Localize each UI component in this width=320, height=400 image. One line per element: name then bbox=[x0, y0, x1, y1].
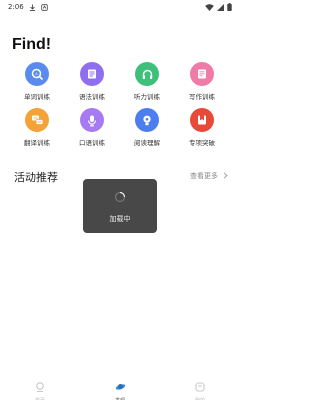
page-title: Find! bbox=[12, 36, 52, 53]
special-breakthrough-icon bbox=[190, 108, 214, 132]
grid-item-special-breakthrough[interactable]: 专项突破 bbox=[175, 108, 229, 152]
status-bar: 2:06 bbox=[0, 0, 240, 14]
grid-label: 单词训练 bbox=[24, 93, 50, 101]
speaking-training-icon bbox=[80, 108, 104, 132]
home-icon bbox=[35, 377, 45, 396]
loading-label: 加载中 bbox=[109, 215, 131, 223]
grid-item-word-training[interactable]: A 单词训练 bbox=[10, 62, 64, 106]
grid-item-translation-training[interactable]: 翻译训练 bbox=[10, 108, 64, 152]
grid-item-grammar-training[interactable]: 语法训练 bbox=[65, 62, 119, 106]
grid-label: 口语训练 bbox=[79, 139, 105, 147]
grammar-training-icon bbox=[80, 62, 104, 86]
grid-label: 阅读理解 bbox=[134, 139, 160, 147]
reading-comprehension-icon bbox=[135, 108, 159, 132]
grid-label: 写作训练 bbox=[189, 93, 215, 101]
svg-text:A: A bbox=[35, 72, 38, 76]
bottom-nav: 首页 发现 我的 bbox=[0, 374, 240, 400]
activity-section-title: 活动推荐 bbox=[14, 171, 58, 184]
see-more-link[interactable]: 查看更多 bbox=[190, 171, 228, 181]
grid-label: 听力训练 bbox=[134, 93, 160, 101]
listening-training-icon bbox=[135, 62, 159, 86]
notification-icon bbox=[41, 3, 48, 11]
translation-training-icon bbox=[25, 108, 49, 132]
see-more-label: 查看更多 bbox=[190, 172, 218, 180]
cellular-signal-icon bbox=[217, 3, 224, 11]
word-training-icon: A bbox=[25, 62, 49, 86]
loading-spinner-icon bbox=[114, 188, 126, 207]
download-icon bbox=[29, 3, 36, 11]
grid-label: 语法训练 bbox=[79, 93, 105, 101]
battery-icon bbox=[227, 3, 232, 11]
grid-label: 翻译训练 bbox=[24, 139, 50, 147]
status-time: 2:06 bbox=[8, 3, 24, 11]
grid-item-speaking-training[interactable]: 口语训练 bbox=[65, 108, 119, 152]
discover-icon bbox=[115, 377, 126, 396]
chevron-right-icon bbox=[223, 171, 228, 181]
grid-label: 专项突破 bbox=[189, 139, 215, 147]
nav-profile[interactable]: 我的 bbox=[160, 374, 240, 400]
nav-home[interactable]: 首页 bbox=[0, 374, 80, 400]
grid-item-writing-training[interactable]: 写作训练 bbox=[175, 62, 229, 106]
loading-toast: 加载中 bbox=[83, 179, 157, 233]
writing-training-icon bbox=[190, 62, 214, 86]
grid-item-listening-training[interactable]: 听力训练 bbox=[120, 62, 174, 106]
wifi-icon bbox=[205, 3, 214, 11]
profile-icon bbox=[195, 377, 205, 396]
nav-discover[interactable]: 发现 bbox=[80, 374, 160, 400]
grid-item-reading-comprehension[interactable]: 阅读理解 bbox=[120, 108, 174, 152]
